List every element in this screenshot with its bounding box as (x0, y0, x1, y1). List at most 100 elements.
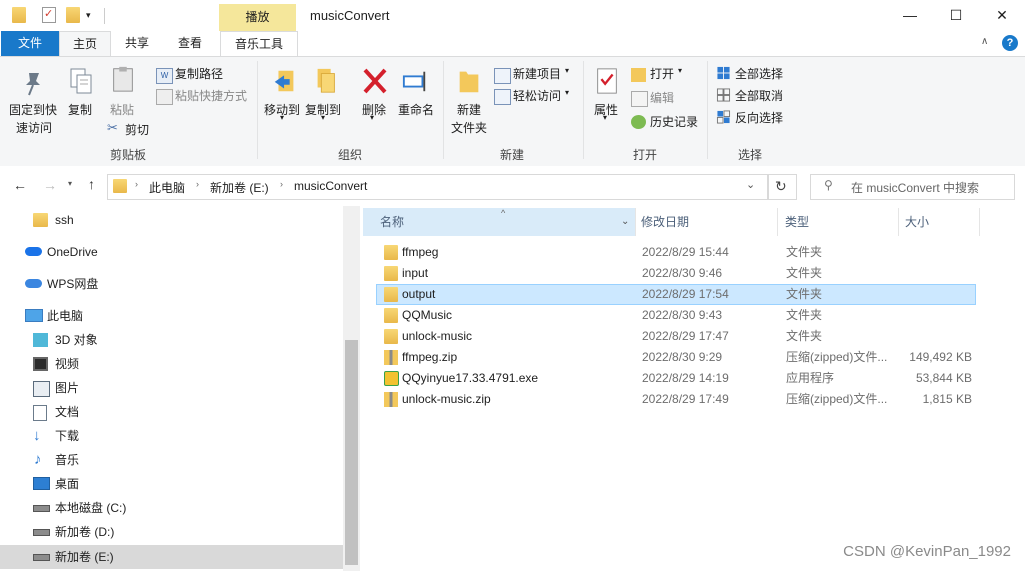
file-row[interactable]: unlock-music.zip 2022/8/29 17:49 压缩(zipp… (376, 389, 976, 410)
new-folder-label-2[interactable]: 文件夹 (451, 119, 487, 136)
paste-shortcut-button[interactable]: 粘贴快捷方式 (175, 87, 247, 104)
ribbon: 固定到快 速访问 复制 粘贴 W 复制路径 粘贴快捷方式 ✂ 剪切 剪贴板 移动… (0, 56, 1025, 167)
file-type: 文件夹 (786, 266, 823, 280)
copy-path-button[interactable]: 复制路径 (175, 65, 223, 82)
tab-home[interactable]: 主页 (59, 31, 111, 57)
tab-view[interactable]: 查看 (167, 31, 213, 56)
nav-item-3d-objects[interactable]: 3D 对象 (0, 329, 343, 351)
folder-icon (33, 213, 48, 227)
new-folder-label-1[interactable]: 新建 (457, 101, 481, 118)
nav-item-downloads[interactable]: ↓ 下载 (0, 425, 343, 447)
maximize-button[interactable]: ☐ (933, 0, 979, 31)
tab-share[interactable]: 共享 (114, 31, 160, 56)
help-icon[interactable]: ? (1002, 35, 1018, 51)
breadcrumb-drive-e[interactable]: 新加卷 (E:) (210, 179, 269, 196)
file-type: 应用程序 (786, 371, 835, 385)
tab-music-tools[interactable]: 音乐工具 (220, 31, 298, 57)
history-button[interactable]: 历史记录 (650, 113, 698, 130)
edit-button[interactable]: 编辑 (650, 89, 674, 106)
chevron-right-icon: › (196, 179, 199, 189)
group-organize: 组织 (338, 148, 363, 162)
minimize-button[interactable]: — (887, 0, 933, 31)
easy-access-button[interactable]: 轻松访问 (513, 87, 561, 104)
search-box[interactable]: ⚲ 在 musicConvert 中搜索 (810, 174, 1015, 200)
copy-button[interactable]: 复制 (68, 101, 92, 118)
select-none-icon (716, 88, 731, 102)
nav-item-drive-d[interactable]: 新加卷 (D:) (0, 521, 343, 543)
cube-icon (33, 333, 48, 347)
nav-item-drive-e[interactable]: 新加卷 (E:) (0, 546, 343, 568)
open-button[interactable]: 打开 (650, 65, 674, 82)
file-name: unlock-music.zip (402, 392, 491, 406)
new-item-button[interactable]: 新建项目 (513, 65, 561, 82)
column-date[interactable]: 修改日期 (635, 208, 778, 236)
context-tab-play[interactable]: 播放 (219, 4, 296, 31)
paste-shortcut-icon (156, 89, 173, 105)
scissors-icon: ✂ (107, 120, 118, 135)
pin-quick-access-label-2[interactable]: 速访问 (16, 119, 52, 136)
close-button[interactable]: ✕ (979, 0, 1025, 31)
breadcrumb-this-pc[interactable]: 此电脑 (149, 179, 185, 196)
select-all-button[interactable]: 全部选择 (735, 65, 783, 82)
nav-item-this-pc[interactable]: 此电脑 (0, 305, 343, 327)
nav-item-onedrive[interactable]: OneDrive (0, 241, 343, 263)
divider (443, 61, 444, 159)
file-row[interactable]: input 2022/8/30 9:46 文件夹 (376, 263, 976, 284)
file-date: 2022/8/29 17:47 (642, 329, 729, 343)
nav-item-wps-drive[interactable]: WPS网盘 (0, 273, 343, 295)
tab-file[interactable]: 文件 (1, 31, 59, 56)
nav-item-ssh[interactable]: ssh (0, 209, 343, 231)
computer-icon (25, 309, 43, 322)
file-row[interactable]: ffmpeg.zip 2022/8/30 9:29 压缩(zipped)文件..… (376, 347, 976, 368)
nav-item-music[interactable]: ♪ 音乐 (0, 449, 343, 471)
forward-arrow-icon[interactable]: → (43, 177, 57, 193)
file-date: 2022/8/30 9:43 (642, 308, 723, 322)
group-new: 新建 (500, 148, 525, 162)
drive-icon (33, 554, 50, 561)
properties-quick-icon[interactable]: ✓ (42, 7, 56, 23)
cut-button[interactable]: 剪切 (125, 121, 149, 138)
up-arrow-icon[interactable]: ↑ (88, 176, 95, 192)
customize-quick-access-icon[interactable]: ▾ (86, 7, 96, 23)
chevron-down-icon[interactable]: ⌄ (746, 178, 755, 191)
app-icon (384, 371, 399, 386)
invert-selection-button[interactable]: 反向选择 (735, 109, 783, 126)
nav-item-desktop[interactable]: 桌面 (0, 473, 343, 495)
address-bar[interactable]: › 此电脑 › 新加卷 (E:) › musicConvert ⌄ (107, 174, 769, 200)
rename-icon (402, 71, 426, 92)
select-none-button[interactable]: 全部取消 (735, 87, 783, 104)
file-date: 2022/8/29 14:19 (642, 371, 729, 385)
file-row-selected[interactable]: output 2022/8/29 17:54 文件夹 (376, 284, 976, 305)
recent-locations-icon[interactable]: ▾ (68, 179, 72, 188)
collapse-ribbon-icon[interactable]: ∧ (981, 36, 988, 47)
file-row[interactable]: ffmpeg 2022/8/29 15:44 文件夹 (376, 242, 976, 263)
select-all-icon (717, 66, 730, 80)
refresh-button[interactable]: ↻ (767, 174, 797, 200)
breadcrumb-current[interactable]: musicConvert (294, 179, 367, 193)
nav-scrollbar-thumb[interactable] (345, 340, 358, 565)
file-name: QQyinyue17.33.4791.exe (402, 371, 539, 385)
pin-quick-access-label-1[interactable]: 固定到快 (9, 101, 57, 118)
group-select: 选择 (738, 148, 763, 162)
new-folder-quick-icon[interactable] (66, 7, 80, 23)
nav-item-videos[interactable]: 视频 (0, 353, 343, 375)
paste-button[interactable]: 粘贴 (110, 101, 134, 118)
search-input[interactable]: 在 musicConvert 中搜索 (851, 179, 979, 196)
column-name[interactable]: 名称 ^ ⌄ (363, 208, 636, 236)
file-row[interactable]: QQyinyue17.33.4791.exe 2022/8/29 14:19 应… (376, 368, 976, 389)
divider (707, 61, 708, 159)
nav-item-drive-c[interactable]: 本地磁盘 (C:) (0, 497, 343, 519)
file-type: 文件夹 (786, 287, 823, 301)
back-arrow-icon[interactable]: ← (13, 177, 27, 193)
column-type[interactable]: 类型 (778, 208, 899, 236)
file-row[interactable]: QQMusic 2022/8/30 9:43 文件夹 (376, 305, 976, 326)
file-row[interactable]: unlock-music 2022/8/29 17:47 文件夹 (376, 326, 976, 347)
file-name: ffmpeg.zip (402, 350, 458, 364)
nav-item-pictures[interactable]: 图片 (0, 377, 343, 399)
column-size[interactable]: 大小 (899, 208, 980, 236)
document-icon (33, 405, 47, 421)
nav-item-documents[interactable]: 文档 (0, 401, 343, 423)
rename-button[interactable]: 重命名 (398, 101, 434, 118)
copy-to-icon (317, 68, 335, 93)
chevron-down-icon: ▾ (678, 66, 683, 75)
